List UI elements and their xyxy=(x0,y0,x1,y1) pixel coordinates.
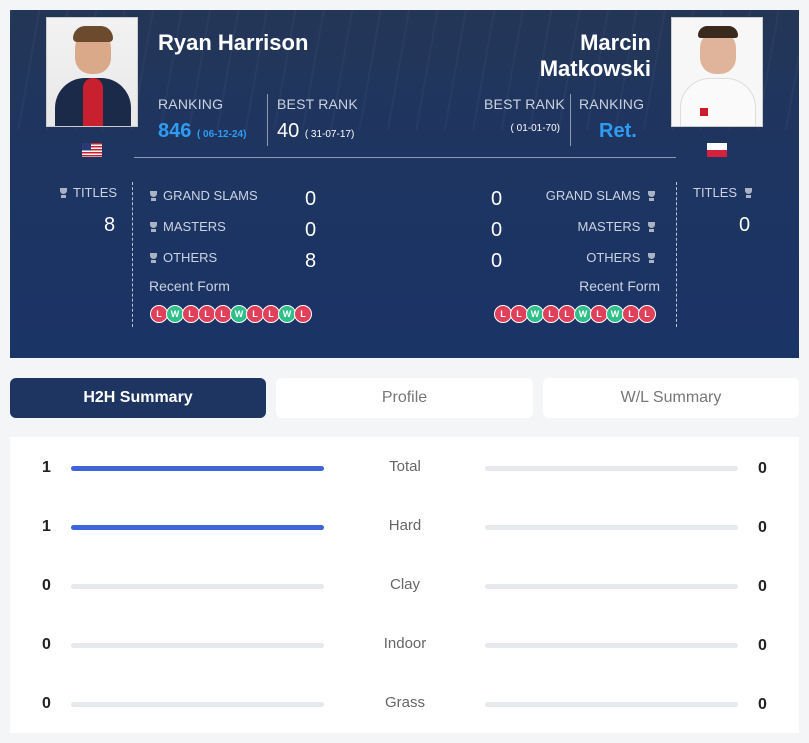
player1-best-rank-value: 40 xyxy=(277,120,300,142)
player1-ranking-date: ( 06-12-24) xyxy=(196,129,247,140)
player2-titles-label: TITLES xyxy=(693,185,758,200)
player2-grand-slams: 0 xyxy=(491,188,503,210)
trophy-icon xyxy=(647,222,656,232)
poland-flag-icon xyxy=(707,143,727,157)
player1-titles: 8 xyxy=(104,214,116,236)
others-text: OTHERS xyxy=(163,250,218,265)
right-bar xyxy=(485,702,738,707)
left-bar xyxy=(71,702,324,707)
player-comparison-header: Ryan Harrison RANKING 846 ( 06-12-24) BE… xyxy=(10,10,799,358)
player1-others: 8 xyxy=(305,250,317,272)
player1-ranking-label: RANKING xyxy=(158,96,224,112)
right-count: 0 xyxy=(758,460,767,477)
right-count: 0 xyxy=(758,578,767,595)
player1-masters-label: MASTERS xyxy=(149,219,226,234)
right-bar xyxy=(485,584,738,589)
trophy-icon xyxy=(647,191,656,201)
left-bar-fill xyxy=(71,525,324,530)
form-result-badge: L xyxy=(294,305,312,323)
tab-profile[interactable]: Profile xyxy=(276,378,533,418)
grand-slams-text: GRAND SLAMS xyxy=(545,188,641,203)
divider xyxy=(570,94,571,146)
player1-ranking-value: 846 xyxy=(158,120,192,142)
player2-others: 0 xyxy=(491,250,503,272)
player1-recent-form-label: Recent Form xyxy=(149,278,230,294)
surface-label: Grass xyxy=(384,694,425,711)
tab-wl-summary[interactable]: W/L Summary xyxy=(543,378,799,418)
player2-recent-form-label: Recent Form xyxy=(579,278,660,294)
left-count: 0 xyxy=(42,636,51,653)
player1-best-rank-label: BEST RANK xyxy=(277,96,358,112)
divider xyxy=(134,157,676,158)
player1-best-rank: 40 ( 31-07-17) xyxy=(277,120,354,143)
right-count: 0 xyxy=(758,696,767,713)
trophy-icon xyxy=(744,188,753,198)
surface-label: Total xyxy=(389,458,421,475)
player2-best-rank-date: ( 01-01-70) xyxy=(510,123,560,134)
surface-label: Indoor xyxy=(383,635,427,652)
player2-recent-form: LLWLLWLWLL xyxy=(494,305,656,323)
player2-masters-label: MASTERS xyxy=(530,219,661,234)
player2-best-rank: ( 01-01-70) xyxy=(484,114,560,137)
left-bar xyxy=(71,525,324,530)
others-text: OTHERS xyxy=(586,250,641,265)
divider xyxy=(676,182,677,327)
player1-others-label: OTHERS xyxy=(149,250,217,265)
player1-best-rank-date: ( 31-07-17) xyxy=(304,129,355,140)
player2-name[interactable]: Marcin Matkowski xyxy=(465,30,651,82)
player1-grand-slams: 0 xyxy=(305,188,317,210)
surface-label: Clay xyxy=(389,576,420,593)
left-count: 1 xyxy=(42,459,51,476)
grand-slams-text: GRAND SLAMS xyxy=(163,188,258,203)
player2-best-rank-label: BEST RANK xyxy=(484,96,565,112)
trophy-icon xyxy=(149,222,158,232)
right-bar xyxy=(485,525,738,530)
divider xyxy=(267,94,268,146)
masters-text: MASTERS xyxy=(577,219,641,234)
left-count: 0 xyxy=(42,577,51,594)
titles-label-text: TITLES xyxy=(693,185,738,200)
titles-label-text: TITLES xyxy=(73,185,118,200)
right-bar xyxy=(485,466,738,471)
trophy-icon xyxy=(59,188,68,198)
us-flag-icon xyxy=(82,143,102,157)
tab-h2h-summary[interactable]: H2H Summary xyxy=(10,378,266,418)
masters-text: MASTERS xyxy=(163,219,226,234)
left-bar xyxy=(71,584,324,589)
right-count: 0 xyxy=(758,637,767,654)
right-count: 0 xyxy=(758,519,767,536)
player2-ranking-label: RANKING xyxy=(579,96,645,112)
player1-ranking: 846 ( 06-12-24) xyxy=(158,120,246,143)
h2h-summary-panel: 1 Total 0 1 Hard 0 0 Clay 0 0 Indoor 0 0 Grass 0 xyxy=(10,437,799,733)
divider xyxy=(132,182,133,327)
surface-label: Hard xyxy=(388,517,422,534)
player2-photo[interactable] xyxy=(671,17,763,127)
player1-recent-form: LWLLLWLLWL xyxy=(150,305,312,323)
player2-titles: 0 xyxy=(739,214,751,236)
player1-name[interactable]: Ryan Harrison xyxy=(158,30,308,56)
left-bar xyxy=(71,643,324,648)
form-result-badge: L xyxy=(638,305,656,323)
left-count: 0 xyxy=(42,695,51,712)
left-count: 1 xyxy=(42,518,51,535)
left-bar-fill xyxy=(71,466,324,471)
player2-others-label: OTHERS xyxy=(530,250,661,265)
player1-masters: 0 xyxy=(305,219,317,241)
left-bar xyxy=(71,466,324,471)
player1-photo[interactable] xyxy=(46,17,138,127)
player1-grand-slams-label: GRAND SLAMS xyxy=(149,188,258,203)
player2-ranking-value: Ret. xyxy=(599,120,637,142)
player2-grand-slams-label: GRAND SLAMS xyxy=(530,188,661,203)
right-bar xyxy=(485,643,738,648)
trophy-icon xyxy=(149,191,158,201)
player1-titles-label: TITLES xyxy=(59,185,117,200)
player2-masters: 0 xyxy=(491,219,503,241)
trophy-icon xyxy=(647,253,656,263)
trophy-icon xyxy=(149,253,158,263)
